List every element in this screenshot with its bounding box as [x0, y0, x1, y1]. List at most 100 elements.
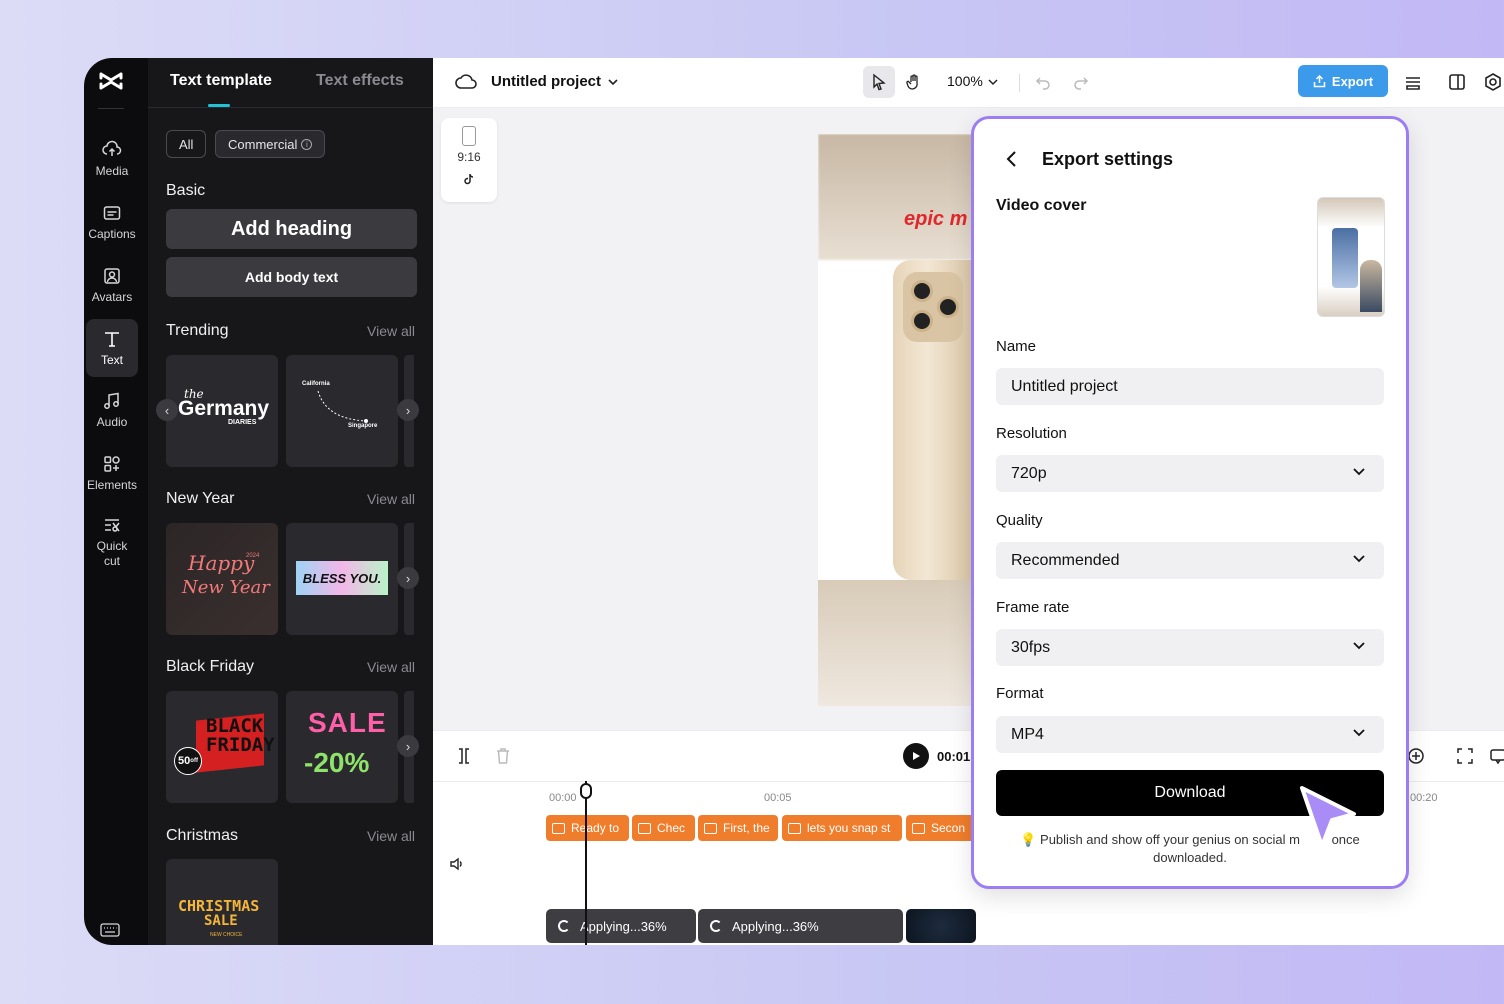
- template-thumb-germany[interactable]: the Germany DIARIES: [166, 355, 278, 467]
- select-tool-button[interactable]: [863, 66, 895, 98]
- video-preview[interactable]: epic m: [818, 134, 978, 706]
- zoom-in-icon[interactable]: [1407, 747, 1425, 765]
- rail-item-quick-cut[interactable]: Quick cut: [86, 510, 138, 574]
- zoom-chevron-down-icon[interactable]: [988, 78, 998, 86]
- phone-image: [893, 260, 978, 580]
- thumb-text-friday: FRIDAY: [206, 734, 275, 756]
- scroll-right-button[interactable]: ›: [397, 567, 419, 589]
- thumb-text-singapore: Singapore: [348, 423, 378, 429]
- aspect-ratio-label: 9:16: [457, 150, 481, 164]
- rail-item-captions[interactable]: Captions: [86, 193, 138, 251]
- frame-rate-select[interactable]: 30fps: [996, 629, 1384, 666]
- scroll-right-button[interactable]: ›: [397, 399, 419, 421]
- playhead-handle[interactable]: [580, 783, 592, 799]
- tab-text-template[interactable]: Text template: [170, 72, 272, 90]
- quality-select[interactable]: Recommended: [996, 542, 1384, 579]
- caption-text: lets you snap st: [807, 821, 891, 835]
- scroll-right-button[interactable]: ›: [397, 735, 419, 757]
- caption-clip[interactable]: Ready to: [546, 815, 629, 841]
- template-thumb-christmas[interactable]: CHRISTMAS SALE NEW CHOICE: [166, 859, 278, 945]
- format-select[interactable]: MP4: [996, 716, 1384, 753]
- rail-item-media[interactable]: Media: [86, 130, 138, 188]
- tick-label: 00:00: [549, 792, 577, 804]
- view-all-christmas[interactable]: View all: [367, 828, 415, 844]
- applying-clip[interactable]: Applying...36%: [546, 909, 696, 943]
- add-body-text-button[interactable]: Add body text: [166, 257, 417, 297]
- chevron-down-icon[interactable]: [607, 77, 619, 87]
- applying-clip[interactable]: Applying...36%: [698, 909, 903, 943]
- keyboard-icon[interactable]: [100, 923, 120, 937]
- text-template-panel: Text template Text effects All Commercia…: [148, 58, 433, 945]
- template-thumb-sale[interactable]: SALE -20%: [286, 691, 398, 803]
- undo-icon[interactable]: [1035, 74, 1051, 90]
- zoom-level[interactable]: 100%: [947, 73, 983, 89]
- template-thumb-route[interactable]: California Singapore: [286, 355, 398, 467]
- view-all-new-year[interactable]: View all: [367, 491, 415, 507]
- music-icon: [104, 392, 119, 409]
- thumb-text-xsub: NEW CHOICE: [210, 932, 243, 938]
- export-icon: [1313, 74, 1326, 87]
- layers-icon[interactable]: [1403, 72, 1423, 92]
- back-arrow-icon[interactable]: [1004, 149, 1020, 169]
- video-blur-bottom: [818, 580, 978, 706]
- aspect-ratio-card[interactable]: 9:16: [441, 118, 497, 202]
- resolution-select[interactable]: 720p: [996, 455, 1384, 492]
- rail-label-elements: Elements: [86, 477, 138, 492]
- template-thumb-black-friday[interactable]: BLACK FRIDAY 50 off: [166, 691, 278, 803]
- caption-clip[interactable]: lets you snap st: [782, 815, 902, 841]
- elements-icon: [104, 455, 120, 472]
- section-title-black-friday: Black Friday: [166, 658, 255, 675]
- split-view-icon[interactable]: [1447, 72, 1467, 92]
- hand-tool-button[interactable]: [898, 66, 930, 98]
- trash-icon[interactable]: [495, 747, 511, 765]
- volume-icon[interactable]: [449, 856, 465, 872]
- thumb-text-off: off: [190, 758, 198, 764]
- phone-frame-icon: [462, 126, 476, 146]
- split-icon[interactable]: [455, 747, 473, 765]
- add-heading-button[interactable]: Add heading: [166, 209, 417, 249]
- rail-item-audio[interactable]: Audio: [86, 381, 138, 439]
- filter-all-chip[interactable]: All: [166, 130, 207, 158]
- caption-clip[interactable]: First, the: [698, 815, 778, 841]
- dialog-title: Export settings: [1042, 149, 1174, 169]
- scroll-left-button[interactable]: ‹: [156, 399, 178, 421]
- rail-item-elements[interactable]: Elements: [86, 444, 138, 502]
- playhead[interactable]: [585, 781, 587, 945]
- active-tab-indicator: [208, 104, 230, 107]
- rail-label-quick-cut: Quick cut: [96, 539, 128, 568]
- overlay-clip[interactable]: [906, 909, 976, 943]
- name-field[interactable]: Untitled project: [996, 368, 1384, 405]
- applying-label: Applying...36%: [732, 918, 819, 934]
- quality-value: Recommended: [1011, 551, 1120, 569]
- project-title[interactable]: Untitled project: [491, 73, 601, 90]
- export-button[interactable]: Export: [1298, 65, 1388, 97]
- top-bar: Untitled project 100% Export: [433, 58, 1504, 108]
- view-all-trending[interactable]: View all: [367, 323, 415, 339]
- avatar-icon: [104, 267, 120, 284]
- route-line-icon: [317, 390, 368, 423]
- overlay-text: epic m: [904, 208, 968, 230]
- settings-icon[interactable]: [1483, 72, 1503, 92]
- view-all-black-friday[interactable]: View all: [367, 659, 415, 675]
- caption-clip[interactable]: Chec: [632, 815, 695, 841]
- info-icon: i: [301, 138, 313, 150]
- caption-clip[interactable]: Secon: [906, 815, 976, 841]
- template-thumb-happy-new-year[interactable]: Happy 2024 New Year: [166, 523, 278, 635]
- rail-item-avatars[interactable]: Avatars: [86, 256, 138, 314]
- chevron-down-icon: [1353, 729, 1365, 737]
- cloud-upload-icon: [102, 140, 122, 156]
- cloud-sync-icon: [455, 74, 477, 89]
- video-cover-thumbnail[interactable]: [1317, 197, 1385, 317]
- fullscreen-icon[interactable]: [1456, 747, 1474, 765]
- comment-icon[interactable]: [1489, 747, 1504, 765]
- redo-icon[interactable]: [1073, 74, 1089, 90]
- play-button[interactable]: [903, 743, 929, 769]
- rail-item-text[interactable]: Text: [86, 319, 138, 377]
- quick-cut-icon: [105, 519, 120, 532]
- filter-commercial-chip[interactable]: Commercial i: [215, 130, 326, 158]
- section-title-christmas: Christmas: [166, 827, 239, 844]
- template-thumb-bless-you[interactable]: BLESS YOU.: [286, 523, 398, 635]
- tick-label: 00:20: [1410, 792, 1438, 804]
- tab-text-effects[interactable]: Text effects: [316, 72, 404, 90]
- current-time: 00:01: [937, 749, 971, 764]
